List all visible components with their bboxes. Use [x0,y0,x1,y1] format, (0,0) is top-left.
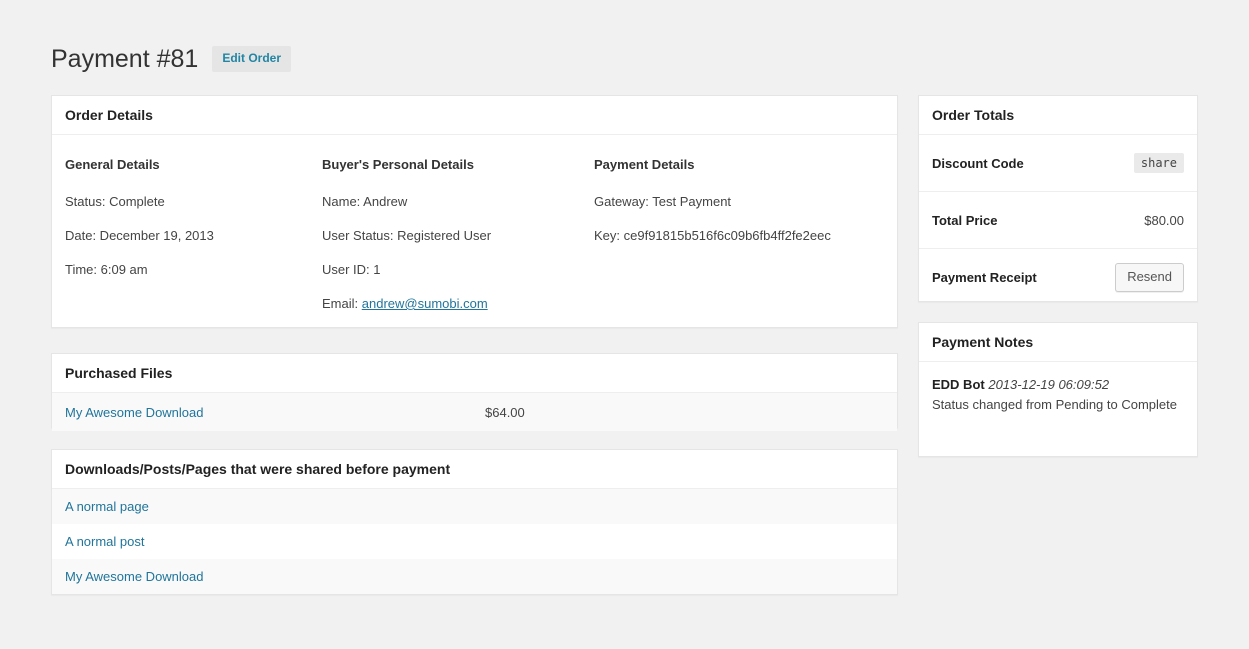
order-status: Status: Complete [65,194,322,209]
order-details-title: Order Details [65,107,885,123]
discount-code-label: Discount Code [932,156,1024,171]
general-details-heading: General Details [65,157,322,172]
order-totals-panel: Order Totals Discount Code share Total P… [918,95,1198,302]
payment-gateway: Gateway: Test Payment [594,194,894,209]
table-row: My Awesome Download $64.00 [52,393,897,431]
note-author: EDD Bot [932,377,985,392]
page-header: Payment #81 Edit Order [51,44,291,74]
buyer-details-heading: Buyer's Personal Details [322,157,594,172]
purchased-files-title: Purchased Files [65,365,885,381]
shared-item-link[interactable]: My Awesome Download [65,569,204,584]
shared-items-panel: Downloads/Posts/Pages that were shared b… [51,449,898,595]
note-body: Status changed from Pending to Complete [932,395,1184,415]
payment-details-page: Payment #81 Edit Order Order Details Gen… [0,0,1249,649]
buyer-email-link[interactable]: andrew@sumobi.com [362,296,488,311]
edit-order-button[interactable]: Edit Order [212,46,291,72]
payment-receipt-row: Payment Receipt Resend [919,249,1197,306]
buyer-name: Name: Andrew [322,194,594,209]
buyer-details-column: Buyer's Personal Details Name: Andrew Us… [322,157,594,311]
total-price-row: Total Price $80.00 [919,192,1197,249]
total-price-value: $80.00 [1144,213,1184,228]
purchased-files-panel: Purchased Files My Awesome Download $64.… [51,353,898,428]
shared-items-header: Downloads/Posts/Pages that were shared b… [52,450,897,489]
list-item: A normal post [52,524,897,559]
resend-receipt-button[interactable]: Resend [1115,263,1184,292]
buyer-email-label: Email: [322,296,358,311]
buyer-email-row: Email: andrew@sumobi.com [322,296,594,311]
buyer-user-status: User Status: Registered User [322,228,594,243]
shared-items-title: Downloads/Posts/Pages that were shared b… [65,461,885,477]
order-details-header: Order Details [52,96,897,135]
discount-code-row: Discount Code share [919,135,1197,192]
order-details-panel: Order Details General Details Status: Co… [51,95,898,328]
buyer-user-id: User ID: 1 [322,262,594,277]
shared-item-link[interactable]: A normal post [65,534,145,549]
list-item: My Awesome Download [52,559,897,594]
order-totals-header: Order Totals [919,96,1197,135]
payment-receipt-label: Payment Receipt [932,270,1037,285]
order-totals-title: Order Totals [932,107,1185,123]
purchased-file-link[interactable]: My Awesome Download [65,405,204,420]
order-time: Time: 6:09 am [65,262,322,277]
page-title: Payment #81 [51,44,198,74]
payment-details-heading: Payment Details [594,157,894,172]
list-item: A normal page [52,489,897,524]
payment-note: EDD Bot 2013-12-19 06:09:52 Status chang… [919,362,1197,415]
payment-notes-title: Payment Notes [932,334,1185,350]
purchased-file-price: $64.00 [485,405,525,420]
total-price-label: Total Price [932,213,998,228]
order-details-body: General Details Status: Complete Date: D… [52,135,897,311]
shared-item-link[interactable]: A normal page [65,499,149,514]
payment-details-column: Payment Details Gateway: Test Payment Ke… [594,157,894,311]
purchased-files-header: Purchased Files [52,354,897,393]
general-details-column: General Details Status: Complete Date: D… [52,157,322,311]
purchased-file-name: My Awesome Download [65,405,485,420]
payment-key: Key: ce9f91815b516f6c09b6fb4ff2fe2eec [594,228,894,243]
payment-notes-panel: Payment Notes EDD Bot 2013-12-19 06:09:5… [918,322,1198,457]
discount-code-value: share [1134,153,1184,173]
payment-notes-header: Payment Notes [919,323,1197,362]
order-date: Date: December 19, 2013 [65,228,322,243]
note-timestamp: 2013-12-19 06:09:52 [988,377,1109,392]
